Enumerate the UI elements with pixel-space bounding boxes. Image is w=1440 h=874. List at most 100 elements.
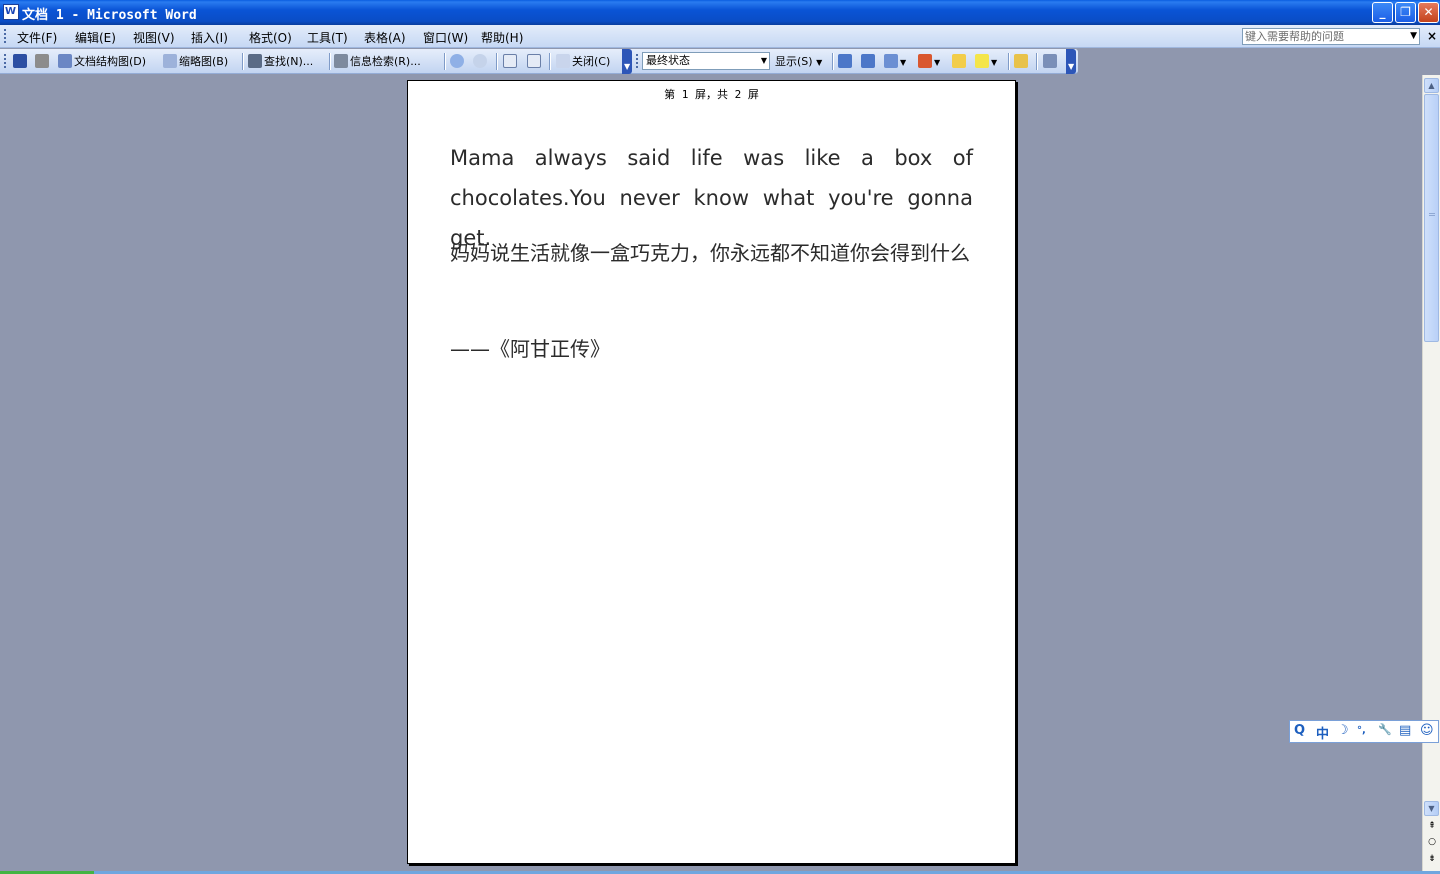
reject-change-icon	[918, 54, 932, 68]
ime-halfwidth-icon[interactable]: ☽	[1337, 723, 1349, 738]
scroll-down-button[interactable]: ▼	[1424, 801, 1439, 816]
word-app-icon[interactable]: W	[3, 4, 19, 20]
print-button[interactable]	[35, 53, 51, 70]
review-toolbar-options-button[interactable]: ▼	[1066, 49, 1076, 74]
save-icon	[13, 54, 27, 68]
minimize-button[interactable]: _	[1372, 2, 1393, 23]
previous-change-button[interactable]	[838, 53, 854, 70]
ime-smiley-icon[interactable]: ☺	[1420, 723, 1434, 738]
document-map-label: 文档结构图(D)	[74, 55, 147, 68]
research-icon	[334, 54, 348, 68]
next-change-button[interactable]	[861, 53, 877, 70]
vertical-scrollbar[interactable]: ▲ ▼ ⇞ ○ ⇟	[1422, 75, 1440, 874]
reject-change-button[interactable]: ▼	[918, 53, 940, 70]
toolbar-separator	[549, 53, 551, 70]
next-change-icon	[861, 54, 875, 68]
highlight-icon	[975, 54, 989, 68]
toolbar-separator	[1008, 53, 1010, 70]
zoom-out-icon	[473, 54, 487, 68]
previous-change-icon	[838, 54, 852, 68]
accept-change-button[interactable]: ▼	[884, 53, 906, 70]
menu-view[interactable]: 视图(V)	[133, 29, 175, 46]
previous-page-icon[interactable]: ⇞	[1425, 821, 1439, 831]
help-search-placeholder: 键入需要帮助的问题	[1245, 30, 1344, 43]
reading-toolbar: 文档结构图(D) 缩略图(B) 查找(N)... 信息检索(R)... 关闭(C…	[0, 49, 1078, 74]
menu-window[interactable]: 窗口(W)	[423, 29, 468, 46]
menu-bar: 文件(F) 编辑(E) 视图(V) 插入(I) 格式(O) 工具(T) 表格(A…	[0, 25, 1440, 48]
zoom-in-icon	[450, 54, 464, 68]
highlight-button[interactable]: ▼	[975, 53, 997, 70]
toolbar-options-button[interactable]: ▼	[622, 49, 632, 74]
menu-edit[interactable]: 编辑(E)	[75, 29, 116, 46]
toolbar-separator	[832, 53, 834, 70]
chevron-down-icon: ▼	[991, 58, 998, 67]
ime-toolbar: Q 中 ☽ °, 🔧 ▤ ☺	[1289, 720, 1439, 743]
show-markup-label: 显示(S)	[775, 55, 813, 68]
chevron-down-icon: ▼	[816, 58, 823, 67]
zoom-out-button[interactable]	[473, 53, 489, 70]
scroll-thumb[interactable]	[1424, 94, 1439, 342]
track-changes-icon	[1014, 54, 1028, 68]
accept-change-icon	[884, 54, 898, 68]
quote-source[interactable]: ——《阿甘正传》	[450, 329, 973, 369]
find-button[interactable]: 查找(N)...	[248, 53, 313, 70]
paragraph-chinese[interactable]: 妈妈说生活就像一盒巧克力，你永远都不知道你会得到什么	[450, 233, 973, 273]
help-search-input[interactable]: 键入需要帮助的问题 ▼	[1242, 28, 1420, 45]
toolbar-separator	[242, 53, 244, 70]
document-map-button[interactable]: 文档结构图(D)	[58, 53, 146, 70]
toolbar-separator	[496, 53, 498, 70]
menu-tools[interactable]: 工具(T)	[307, 29, 348, 46]
two-pages-icon	[527, 54, 541, 68]
menu-format[interactable]: 格式(O)	[249, 29, 292, 46]
print-icon	[35, 54, 49, 68]
insert-comment-button[interactable]	[952, 53, 968, 70]
show-markup-button[interactable]: 显示(S) ▼	[775, 53, 822, 70]
chevron-down-icon: ▼	[934, 58, 941, 67]
menu-insert[interactable]: 插入(I)	[191, 29, 228, 46]
restore-button[interactable]: ❐	[1395, 2, 1416, 23]
next-page-icon[interactable]: ⇟	[1425, 854, 1439, 864]
menubar-grip[interactable]	[4, 29, 9, 43]
toolbar-options-arrow-icon: ▼	[1068, 62, 1075, 71]
menu-help[interactable]: 帮助(H)	[481, 29, 523, 46]
ime-settings-icon[interactable]: 🔧	[1378, 723, 1392, 736]
thumbnails-label: 缩略图(B)	[179, 55, 229, 68]
ime-clipboard-icon[interactable]: ▤	[1399, 723, 1411, 738]
browse-object-icon[interactable]: ○	[1425, 837, 1439, 847]
page-icon	[503, 54, 517, 68]
actual-page-button[interactable]	[503, 53, 519, 70]
close-button[interactable]: ✕	[1418, 2, 1439, 23]
document-page[interactable]: 第 1 屏，共 2 屏 Mama always said life was li…	[407, 80, 1016, 864]
toolbar-options-arrow-icon: ▼	[624, 62, 631, 71]
multiple-pages-button[interactable]	[527, 53, 543, 70]
toolbar-separator	[444, 53, 446, 70]
ime-chinese-mode-icon[interactable]: 中	[1316, 723, 1329, 742]
document-map-icon	[58, 54, 72, 68]
thumbnails-button[interactable]: 缩略图(B)	[163, 53, 228, 70]
scroll-up-button[interactable]: ▲	[1424, 78, 1439, 93]
dropdown-arrow-icon[interactable]: ▼	[1410, 29, 1417, 44]
display-state-value: 最终状态	[646, 54, 690, 67]
binoculars-icon	[248, 54, 262, 68]
ime-search-icon[interactable]: Q	[1294, 723, 1305, 738]
close-document-button[interactable]: ×	[1427, 29, 1437, 43]
close-reading-button[interactable]: 关闭(C)	[556, 53, 610, 70]
window-title: 文档 1 - Microsoft Word	[22, 8, 197, 23]
display-state-select[interactable]: 最终状态 ▼	[642, 52, 770, 70]
zoom-in-button[interactable]	[450, 53, 466, 70]
chevron-down-icon: ▼	[760, 56, 767, 65]
save-button[interactable]	[13, 53, 29, 70]
thumbnails-icon	[163, 54, 177, 68]
reviewing-pane-button[interactable]	[1043, 53, 1059, 70]
reviewing-pane-icon	[1043, 54, 1057, 68]
close-reading-icon	[556, 54, 570, 68]
research-button[interactable]: 信息检索(R)...	[334, 53, 421, 70]
track-changes-button[interactable]	[1014, 53, 1030, 70]
page-indicator: 第 1 屏，共 2 屏	[664, 88, 759, 101]
review-toolbar-grip[interactable]	[636, 54, 641, 68]
ime-punctuation-icon[interactable]: °,	[1357, 725, 1366, 736]
menu-file[interactable]: 文件(F)	[17, 29, 57, 46]
menu-table[interactable]: 表格(A)	[364, 29, 406, 46]
close-reading-label: 关闭(C)	[572, 55, 611, 68]
toolbar-grip[interactable]	[4, 54, 9, 68]
